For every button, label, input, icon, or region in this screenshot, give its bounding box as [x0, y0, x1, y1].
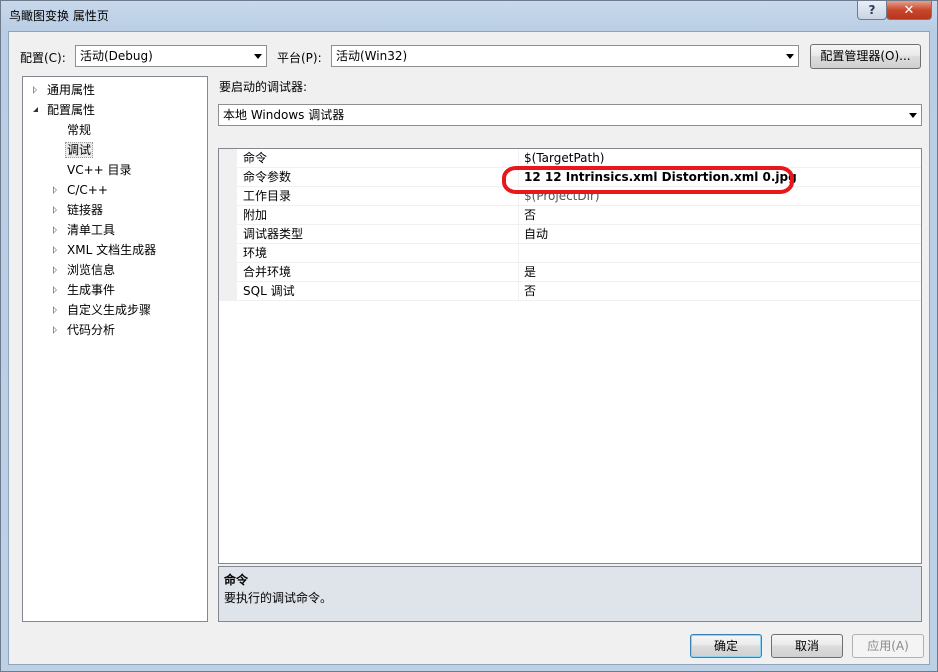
config-label: 配置(C):: [20, 51, 66, 65]
close-icon: ✕: [903, 2, 915, 18]
expand-icon[interactable]: [53, 186, 57, 194]
grid-property-value[interactable]: 自动: [524, 225, 548, 243]
grid-row-environment[interactable]: 环境: [219, 244, 921, 263]
apply-button[interactable]: 应用(A): [852, 634, 924, 658]
grid-row-margin: [219, 168, 237, 186]
expand-icon[interactable]: [53, 246, 57, 254]
grid-property-value[interactable]: $(ProjectDir): [524, 187, 600, 205]
window-title: 鸟瞰图变换 属性页: [9, 9, 109, 23]
tree-item-label: 生成事件: [67, 283, 116, 297]
grid-column-divider: [518, 263, 519, 281]
cancel-button[interactable]: 取消: [771, 634, 843, 658]
expand-icon[interactable]: [53, 226, 57, 234]
expand-icon[interactable]: [53, 326, 57, 334]
grid-property-name: 命令参数: [243, 170, 292, 184]
grid-column-divider: [518, 149, 519, 167]
chevron-down-icon: [254, 54, 262, 59]
expand-icon[interactable]: [53, 286, 57, 294]
properties-window: 鸟瞰图变换 属性页 ? ✕ 配置(C): 活动(Debug) 平台(P): 活动…: [0, 0, 938, 672]
grid-row-merge-environment[interactable]: 合并环境 是: [219, 263, 921, 282]
grid-row-margin: [219, 225, 237, 243]
grid-row-margin: [219, 282, 237, 300]
grid-property-value[interactable]: 否: [524, 282, 536, 300]
property-grid[interactable]: 命令 $(TargetPath) 命令参数 12 12 Intrinsics.x…: [218, 148, 922, 564]
grid-row-margin: [219, 263, 237, 281]
tree-item-label: 通用属性: [47, 83, 96, 97]
grid-property-name: 合并环境: [243, 265, 292, 279]
close-button[interactable]: ✕: [886, 1, 932, 20]
grid-property-name: SQL 调试: [243, 284, 295, 298]
grid-row-margin: [219, 244, 237, 262]
grid-column-divider: [518, 187, 519, 205]
grid-row-margin: [219, 149, 237, 167]
tree-item-label: 清单工具: [67, 223, 116, 237]
grid-property-value[interactable]: 否: [524, 206, 536, 224]
expand-icon[interactable]: [33, 86, 37, 94]
help-button[interactable]: ?: [857, 1, 887, 20]
grid-row-margin: [219, 187, 237, 205]
debugger-combo[interactable]: 本地 Windows 调试器: [218, 104, 922, 126]
grid-row-command-arguments[interactable]: 命令参数 12 12 Intrinsics.xml Distortion.xml…: [219, 168, 921, 187]
property-tree[interactable]: 通用属性 配置属性 常规 调试 VC++ 目录 C/C++ 链接器 清单工具 X…: [22, 76, 208, 622]
expand-icon[interactable]: [53, 206, 57, 214]
tree-item-label: 常规: [67, 123, 92, 137]
config-manager-button[interactable]: 配置管理器(O)...: [810, 44, 921, 69]
grid-column-divider: [518, 225, 519, 243]
tree-item-general[interactable]: 常规: [67, 121, 91, 139]
grid-property-value[interactable]: 12 12 Intrinsics.xml Distortion.xml 0.jp…: [524, 168, 797, 186]
config-combo[interactable]: 活动(Debug): [75, 45, 267, 67]
chevron-down-icon: [786, 54, 794, 59]
grid-row-margin: [219, 206, 237, 224]
tree-item-label: 链接器: [67, 203, 104, 217]
tree-item-vc-directories[interactable]: VC++ 目录: [67, 161, 132, 179]
ok-button[interactable]: 确定: [690, 634, 762, 658]
description-pane: 命令 要执行的调试命令。: [218, 566, 922, 622]
grid-property-name: 命令: [243, 151, 268, 165]
dialog-client-area: 配置(C): 活动(Debug) 平台(P): 活动(Win32) 配置管理器(…: [8, 31, 930, 665]
grid-row-working-directory[interactable]: 工作目录 $(ProjectDir): [219, 187, 921, 206]
grid-property-value[interactable]: $(TargetPath): [524, 149, 604, 167]
grid-row-sql-debugging[interactable]: SQL 调试 否: [219, 282, 921, 301]
tree-item-label: 配置属性: [47, 103, 96, 117]
grid-column-divider: [518, 206, 519, 224]
tree-item-debugging[interactable]: 调试: [65, 141, 94, 159]
grid-property-name: 附加: [243, 208, 268, 222]
description-title: 命令: [224, 573, 249, 587]
platform-combo-value: 活动(Win32): [336, 49, 408, 63]
grid-row-debugger-type[interactable]: 调试器类型 自动: [219, 225, 921, 244]
tree-item-label: 自定义生成步骤: [67, 303, 152, 317]
grid-row-command[interactable]: 命令 $(TargetPath): [219, 149, 921, 168]
collapse-icon[interactable]: [33, 107, 38, 112]
description-text: 要执行的调试命令。: [224, 591, 333, 605]
tree-item-label: 调试: [65, 142, 94, 158]
config-combo-value: 活动(Debug): [80, 49, 153, 63]
grid-column-divider: [518, 168, 519, 186]
grid-column-divider: [518, 282, 519, 300]
grid-property-name: 环境: [243, 246, 268, 260]
chevron-down-icon: [909, 113, 917, 118]
tree-item-label: XML 文档生成器: [67, 243, 157, 257]
debugger-label: 要启动的调试器:: [219, 80, 308, 94]
expand-icon[interactable]: [53, 306, 57, 314]
tree-item-label: C/C++: [67, 183, 108, 197]
grid-row-attach[interactable]: 附加 否: [219, 206, 921, 225]
grid-property-name: 工作目录: [243, 189, 292, 203]
tree-item-label: VC++ 目录: [67, 163, 132, 177]
debugger-combo-value: 本地 Windows 调试器: [223, 108, 345, 122]
platform-label: 平台(P):: [277, 51, 322, 65]
grid-column-divider: [518, 244, 519, 262]
tree-item-label: 浏览信息: [67, 263, 116, 277]
expand-icon[interactable]: [53, 266, 57, 274]
grid-property-value[interactable]: 是: [524, 263, 536, 281]
help-icon: ?: [868, 3, 876, 17]
grid-property-name: 调试器类型: [243, 227, 304, 241]
tree-item-label: 代码分析: [67, 323, 116, 337]
platform-combo[interactable]: 活动(Win32): [331, 45, 799, 67]
